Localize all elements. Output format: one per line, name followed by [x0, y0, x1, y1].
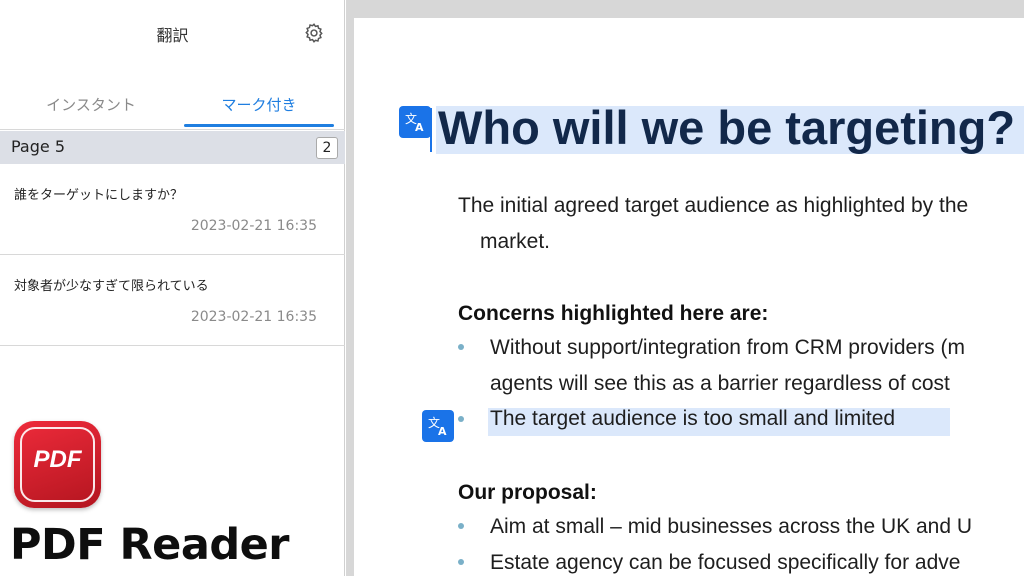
- bullet-marker: [458, 416, 464, 422]
- pdf-logo-icon: PDF: [14, 421, 101, 508]
- svg-text:A: A: [438, 425, 447, 438]
- panel-title: 翻訳: [156, 26, 189, 45]
- entry-timestamp: 2023-02-21 16:35: [190, 309, 317, 325]
- translation-entry[interactable]: 誰をターゲットにしますか？ 2023-02-21 16:35: [0, 165, 345, 255]
- bullet-text[interactable]: Without support/integration from CRM pro…: [490, 336, 965, 360]
- gear-icon[interactable]: [303, 22, 325, 44]
- bullet-text[interactable]: Estate agency can be focused specificall…: [490, 551, 960, 575]
- tab-bar: インスタント マーク付き: [0, 84, 345, 130]
- bullet-marker: [458, 344, 464, 350]
- paragraph-line[interactable]: market.: [480, 230, 550, 254]
- bullet-marker: [458, 559, 464, 565]
- document-page[interactable]: 文 A Who will we be targeting? The initia…: [354, 18, 1024, 576]
- translation-entry[interactable]: 対象者が少なすぎて限られている 2023-02-21 16:35: [0, 256, 345, 346]
- tab-marked[interactable]: マーク付き: [173, 94, 345, 115]
- translate-icon[interactable]: 文 A: [399, 106, 431, 138]
- page-group-header[interactable]: Page 5 2: [0, 131, 345, 164]
- document-title[interactable]: Who will we be targeting?: [438, 100, 1015, 155]
- translation-panel: 翻訳 インスタント マーク付き Page 5 2 誰をターゲットにしますか？ 2…: [0, 0, 345, 576]
- entry-timestamp: 2023-02-21 16:35: [190, 218, 317, 234]
- app-name: PDF Reader: [10, 520, 290, 570]
- bullet-marker: [458, 523, 464, 529]
- page-group-label: Page 5: [11, 137, 65, 156]
- entry-text: 対象者が少なすぎて限られている: [14, 279, 209, 294]
- logo-text: PDF: [33, 446, 82, 473]
- translate-icon[interactable]: 文 A: [422, 410, 454, 442]
- section-heading-proposal[interactable]: Our proposal:: [458, 481, 597, 505]
- page-group-count-badge: 2: [316, 137, 338, 159]
- section-heading-concerns[interactable]: Concerns highlighted here are:: [458, 302, 768, 326]
- bullet-text[interactable]: agents will see this as a barrier regard…: [490, 372, 950, 396]
- tab-instant[interactable]: インスタント: [5, 94, 177, 115]
- active-tab-indicator: [184, 124, 334, 127]
- bullet-text[interactable]: Aim at small – mid businesses across the…: [490, 515, 972, 539]
- paragraph-line[interactable]: The initial agreed target audience as hi…: [458, 194, 968, 218]
- bullet-text[interactable]: The target audience is too small and lim…: [490, 407, 895, 431]
- entry-text: 誰をターゲットにしますか？: [14, 188, 184, 203]
- svg-text:A: A: [415, 121, 424, 134]
- text-caret: [430, 108, 432, 152]
